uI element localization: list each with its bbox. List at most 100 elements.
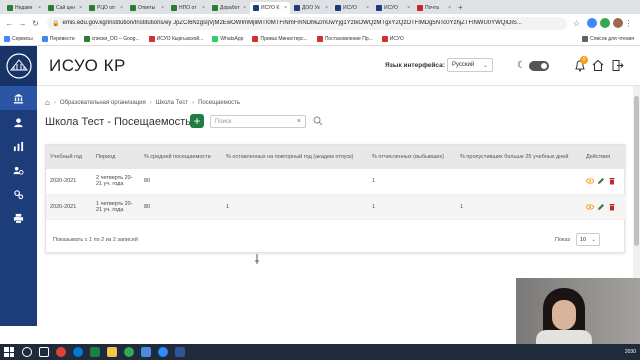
back-icon[interactable]: ← <box>4 18 15 29</box>
close-tab-icon[interactable]: × <box>407 5 410 11</box>
column-header-year[interactable]: Учебный год <box>46 145 92 169</box>
close-tab-icon[interactable]: × <box>202 5 205 11</box>
delete-icon[interactable] <box>608 203 616 211</box>
bookmark-item[interactable]: WhatsApp <box>212 35 243 42</box>
close-tab-icon[interactable]: × <box>120 5 123 11</box>
close-tab-icon[interactable]: × <box>325 5 328 11</box>
cell-repeat-year: 1 <box>222 194 368 220</box>
close-tab-icon[interactable]: × <box>161 5 164 11</box>
bookmark-item[interactable]: Постановление Пр... <box>316 35 373 42</box>
sidebar-item-reports[interactable] <box>0 134 37 158</box>
bookmarks-bar: Сервисы Перевести списки_ОО – Goog... ИСУО … <box>0 32 640 46</box>
tab-favicon-icon <box>171 5 177 11</box>
sidebar-item-settings[interactable] <box>0 182 37 206</box>
profile-avatar[interactable] <box>613 18 623 28</box>
view-icon[interactable] <box>586 203 594 211</box>
theme-toggle[interactable] <box>529 61 549 71</box>
chrome-taskbar-icon-2[interactable] <box>124 347 134 357</box>
clear-icon[interactable]: × <box>297 118 301 125</box>
zoom-taskbar-icon[interactable] <box>158 347 168 357</box>
word-taskbar-icon[interactable] <box>175 347 185 357</box>
camera-taskbar-icon[interactable] <box>141 347 151 357</box>
language-select[interactable]: Русский ⌄ <box>447 58 493 72</box>
chrome-taskbar-icon[interactable] <box>56 347 66 357</box>
home-button[interactable] <box>592 59 604 72</box>
bookmark-item[interactable]: списки_ОО – Goog... <box>83 35 140 42</box>
bookmark-item[interactable]: Сервисы <box>4 35 33 42</box>
app-logo[interactable] <box>0 46 37 86</box>
browser-tab[interactable]: Почта × <box>414 2 454 14</box>
scrollbar-thumb[interactable] <box>634 96 639 246</box>
cell-expelled: 1 <box>368 194 456 220</box>
column-header-period[interactable]: Период <box>92 145 140 169</box>
browser-tab[interactable]: ИСУО × <box>373 2 413 14</box>
column-header-expelled[interactable]: % отчисленных (выбывших) <box>368 145 456 169</box>
star-icon[interactable]: ☆ <box>571 18 582 29</box>
search-icon[interactable] <box>313 116 323 126</box>
column-header-repeat-year[interactable]: % оставленных на повторный год (академ о… <box>222 145 368 169</box>
search-input[interactable]: Поиск × <box>210 115 306 128</box>
browser-tab[interactable]: ДОО Ук × <box>291 2 331 14</box>
close-tab-icon[interactable]: × <box>284 5 287 11</box>
address-bar[interactable]: 🔒 emis.edu.gov.kg/Institution/Institutio… <box>47 16 567 30</box>
browser-tab[interactable]: ИСУО К × <box>250 2 290 14</box>
extension-icon[interactable] <box>587 18 597 28</box>
edit-icon[interactable] <box>597 203 605 211</box>
extension-icon-2[interactable] <box>600 18 610 28</box>
notifications-button[interactable]: 0 <box>574 56 588 73</box>
column-header-avg-attendance[interactable]: % средней посещаемости <box>140 145 222 169</box>
home-breadcrumb-icon[interactable]: ⌂ <box>45 98 50 107</box>
breadcrumb-item-organization[interactable]: Образовательная организация <box>60 100 146 106</box>
bookmark-item[interactable]: ИСУО Кыргызской... <box>148 35 204 42</box>
windows-start-icon[interactable] <box>4 347 14 357</box>
close-tab-icon[interactable]: × <box>38 5 41 11</box>
column-header-missed-days[interactable]: % пропустивших больше 25 учебных дней <box>456 145 582 169</box>
view-icon[interactable] <box>586 177 594 185</box>
browser-tab[interactable]: Сай цен × <box>45 2 85 14</box>
tab-favicon-icon <box>253 5 259 11</box>
reload-icon[interactable]: ↻ <box>30 18 41 29</box>
forward-icon[interactable]: → <box>17 18 28 29</box>
browser-tab[interactable]: Ответы × <box>127 2 167 14</box>
table-row[interactable]: 2020-2021 2 четверть 20-21 уч. года 80 1 <box>46 169 626 195</box>
menu-icon[interactable]: ⋮ <box>623 18 634 29</box>
column-header-actions: Действия <box>582 145 626 169</box>
table-row[interactable]: 2020-2021 1 четверть 20-21 уч. года 80 1… <box>46 194 626 220</box>
folder-taskbar-icon[interactable] <box>107 347 117 357</box>
breadcrumb-item-school[interactable]: Школа Тест <box>156 100 188 106</box>
logout-button[interactable] <box>612 59 624 72</box>
close-tab-icon[interactable]: × <box>243 5 246 11</box>
tab-favicon-icon <box>130 5 136 11</box>
browser-tab[interactable]: ИСУО × <box>332 2 372 14</box>
browser-tab[interactable]: НПО от × <box>168 2 208 14</box>
bookmark-favicon-icon <box>381 35 388 42</box>
page-size-select[interactable]: 10 ⌄ <box>576 233 600 246</box>
bookmark-item[interactable]: Приказ Министерс... <box>252 35 308 42</box>
browser-toolbar: ← → ↻ 🔒 emis.edu.gov.kg/Institution/Inst… <box>0 14 640 32</box>
sidebar-item-organization[interactable] <box>0 86 37 110</box>
sidebar-item-staff[interactable] <box>0 158 37 182</box>
sidebar-item-users[interactable] <box>0 110 37 134</box>
close-tab-icon[interactable]: × <box>448 5 451 11</box>
reading-list[interactable]: Список для чтения <box>582 35 634 42</box>
bookmark-item[interactable]: ИСУО <box>381 35 404 42</box>
close-tab-icon[interactable]: × <box>79 5 82 11</box>
edge-taskbar-icon[interactable] <box>73 347 83 357</box>
search-taskbar-icon[interactable] <box>22 347 32 357</box>
sidebar-item-print[interactable] <box>0 206 37 230</box>
browser-tab[interactable]: РЦО оп × <box>86 2 126 14</box>
delete-icon[interactable] <box>608 177 616 185</box>
browser-tab[interactable]: Доработ × <box>209 2 249 14</box>
table-info: Показывать с 1 по 2 из 2 записей <box>53 237 138 243</box>
add-button[interactable]: + <box>190 114 204 128</box>
browser-tab[interactable]: Недавн × <box>4 2 44 14</box>
edit-icon[interactable] <box>597 177 605 185</box>
close-tab-icon[interactable]: × <box>366 5 369 11</box>
notification-badge: 0 <box>580 56 588 64</box>
bookmark-label: ИСУО Кыргызской... <box>156 35 204 42</box>
task-view-icon[interactable] <box>39 347 49 357</box>
excel-taskbar-icon[interactable] <box>90 347 100 357</box>
tab-label: Доработ <box>220 5 240 11</box>
bookmark-item[interactable]: Перевести <box>41 35 75 42</box>
new-tab-button[interactable]: + <box>455 2 466 14</box>
